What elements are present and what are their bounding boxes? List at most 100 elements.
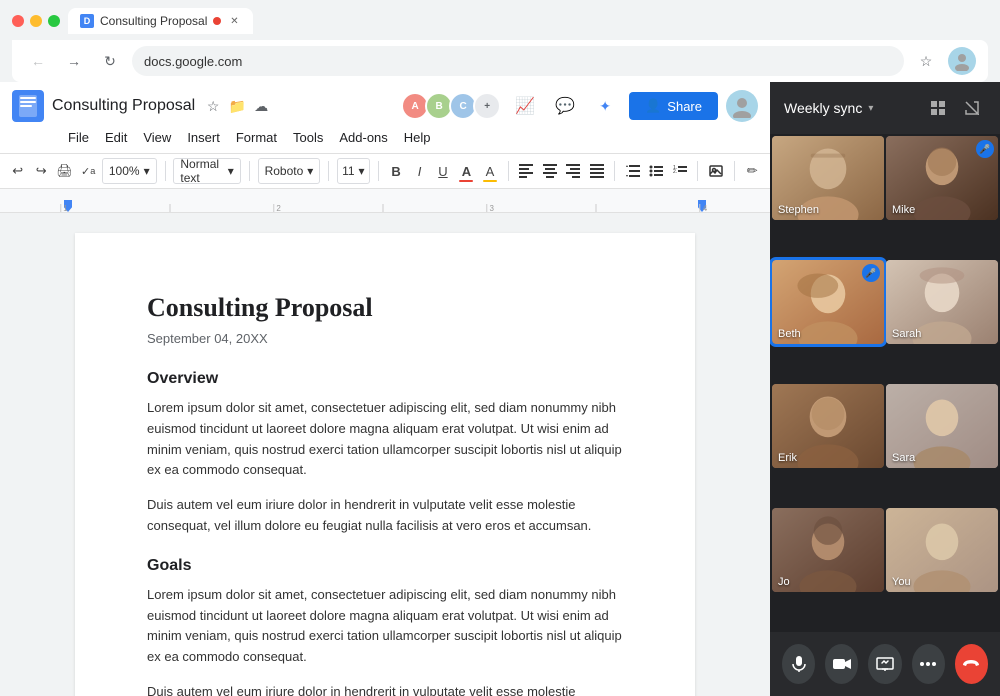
overview-paragraph-1: Lorem ipsum dolor sit amet, consectetuer… xyxy=(147,398,623,481)
mike-mic-badge: 🎤 xyxy=(976,140,994,158)
star-icon[interactable]: ☆ xyxy=(203,96,223,116)
meet-panel: Weekly sync ▾ xyxy=(770,82,1000,696)
video-tile-you[interactable]: You xyxy=(886,508,998,592)
spellcheck-button[interactable]: ✓a xyxy=(78,158,97,184)
video-tile-stephen[interactable]: Stephen xyxy=(772,136,884,220)
undo-button[interactable]: ↩ xyxy=(8,158,27,184)
numbering-button[interactable]: 1.2. xyxy=(670,158,689,184)
browser-tab[interactable]: D Consulting Proposal ✕ xyxy=(68,8,253,34)
menu-file[interactable]: File xyxy=(60,126,97,149)
move-icon[interactable]: 📁 xyxy=(227,96,247,116)
browser-nav-bar: ← → ↻ ☆ xyxy=(12,40,988,82)
back-button[interactable]: ← xyxy=(24,47,52,75)
align-center-button[interactable] xyxy=(540,158,559,184)
trending-button[interactable]: 📈 xyxy=(509,90,541,122)
highlight-button[interactable]: A xyxy=(480,158,499,184)
redo-button[interactable]: ↪ xyxy=(31,158,50,184)
toolbar-sep-3 xyxy=(328,161,329,181)
italic-button[interactable]: I xyxy=(410,158,429,184)
video-tile-mike[interactable]: Mike 🎤 xyxy=(886,136,998,220)
tab-favicon: D xyxy=(80,14,94,28)
align-right-button[interactable] xyxy=(563,158,582,184)
video-tile-sarah[interactable]: Sarah xyxy=(886,260,998,344)
docs-app-icon xyxy=(12,90,44,122)
svg-text:2.: 2. xyxy=(673,169,677,175)
overview-paragraph-2: Duis autem vel eum iriure dolor in hendr… xyxy=(147,495,623,537)
font-size-arrow: ▾ xyxy=(359,164,365,178)
text-color-button[interactable]: A xyxy=(457,158,476,184)
print-button[interactable]: 🖨 xyxy=(55,158,74,184)
erik-name: Erik xyxy=(778,452,797,464)
meet-header-icons xyxy=(924,94,986,122)
docs-title-row: Consulting Proposal ☆ 📁 ☁ A B C + 📈 xyxy=(12,90,758,122)
video-tile-beth[interactable]: Beth 🎤 xyxy=(772,260,884,344)
toolbar-sep-5 xyxy=(508,161,509,181)
more-tools-button[interactable]: ✏ xyxy=(742,158,761,184)
docs-menubar: File Edit View Insert Format Tools Add-o… xyxy=(12,126,758,149)
menu-edit[interactable]: Edit xyxy=(97,126,135,149)
comment-button[interactable]: 💬 xyxy=(549,90,581,122)
end-call-button[interactable] xyxy=(955,644,988,684)
video-tile-sara[interactable]: Sara xyxy=(886,384,998,468)
more-options-button[interactable] xyxy=(912,644,945,684)
docs-content[interactable]: Consulting Proposal September 04, 20XX O… xyxy=(0,213,770,696)
docs-user-avatar[interactable] xyxy=(726,90,758,122)
font-selector[interactable]: Roboto ▾ xyxy=(258,158,321,184)
font-arrow: ▾ xyxy=(307,164,313,178)
browser-user-avatar[interactable] xyxy=(948,47,976,75)
toolbar-sep-6 xyxy=(614,161,615,181)
share-button[interactable]: 👤 Share xyxy=(629,92,718,120)
close-window-button[interactable] xyxy=(12,15,24,27)
mic-toggle-button[interactable] xyxy=(782,644,815,684)
insert-image-button[interactable] xyxy=(706,158,725,184)
zoom-selector[interactable]: 100% ▾ xyxy=(102,158,157,184)
menu-help[interactable]: Help xyxy=(396,126,439,149)
camera-toggle-button[interactable] xyxy=(825,644,858,684)
menu-format[interactable]: Format xyxy=(228,126,285,149)
meet-title-text: Weekly sync xyxy=(784,100,862,116)
document-title[interactable]: Consulting Proposal xyxy=(52,97,195,115)
ruler-mark-4: 3 xyxy=(487,204,494,212)
highlight-indicator xyxy=(483,180,497,182)
align-left-button[interactable] xyxy=(516,158,535,184)
tab-close-button[interactable]: ✕ xyxy=(227,14,241,28)
meet-grid-view-button[interactable] xyxy=(924,94,952,122)
menu-insert[interactable]: Insert xyxy=(179,126,228,149)
underline-button[interactable]: U xyxy=(433,158,452,184)
menu-addons[interactable]: Add-ons xyxy=(331,126,395,149)
doc-date: September 04, 20XX xyxy=(147,331,623,346)
reload-button[interactable]: ↻ xyxy=(96,47,124,75)
address-bar[interactable] xyxy=(132,46,904,76)
docs-toolbar: ↩ ↪ 🖨 ✓a 100% ▾ Normal text ▾ Roboto ▾ 1… xyxy=(0,154,770,189)
bullets-button[interactable] xyxy=(647,158,666,184)
text-color-indicator xyxy=(459,180,473,182)
app-container: Consulting Proposal ☆ 📁 ☁ A B C + 📈 xyxy=(0,82,1000,696)
forward-button[interactable]: → xyxy=(60,47,88,75)
cloud-icon[interactable]: ☁ xyxy=(251,96,271,116)
share-icon: 👤 xyxy=(645,98,661,114)
overview-heading: Overview xyxy=(147,370,623,388)
ruler-mark-3 xyxy=(382,204,385,212)
zoom-value: 100% xyxy=(109,164,140,178)
maximize-window-button[interactable] xyxy=(48,15,60,27)
present-button[interactable] xyxy=(868,644,901,684)
font-size-selector[interactable]: 11 ▾ xyxy=(337,158,370,184)
menu-tools[interactable]: Tools xyxy=(285,126,331,149)
highlight-label: A xyxy=(486,164,495,179)
browser-chrome: D Consulting Proposal ✕ ← → ↻ ☆ xyxy=(0,0,1000,82)
goals-paragraph-2: Duis autem vel eum iriure dolor in hendr… xyxy=(147,682,623,696)
meet-dropdown-arrow[interactable]: ▾ xyxy=(868,103,873,114)
collaborator-avatars: A B C + xyxy=(401,92,501,120)
line-spacing-button[interactable] xyxy=(623,158,642,184)
ruler-mark-2: 2 xyxy=(273,204,280,212)
bold-button[interactable]: B xyxy=(386,158,405,184)
video-tile-erik[interactable]: Erik xyxy=(772,384,884,468)
video-tile-jo[interactable]: Jo xyxy=(772,508,884,592)
menu-view[interactable]: View xyxy=(135,126,179,149)
minimize-window-button[interactable] xyxy=(30,15,42,27)
gemini-button[interactable]: ✦ xyxy=(589,90,621,122)
paragraph-style-selector[interactable]: Normal text ▾ xyxy=(173,158,240,184)
meet-expand-button[interactable] xyxy=(958,94,986,122)
bookmark-button[interactable]: ☆ xyxy=(912,47,940,75)
align-justify-button[interactable] xyxy=(587,158,606,184)
